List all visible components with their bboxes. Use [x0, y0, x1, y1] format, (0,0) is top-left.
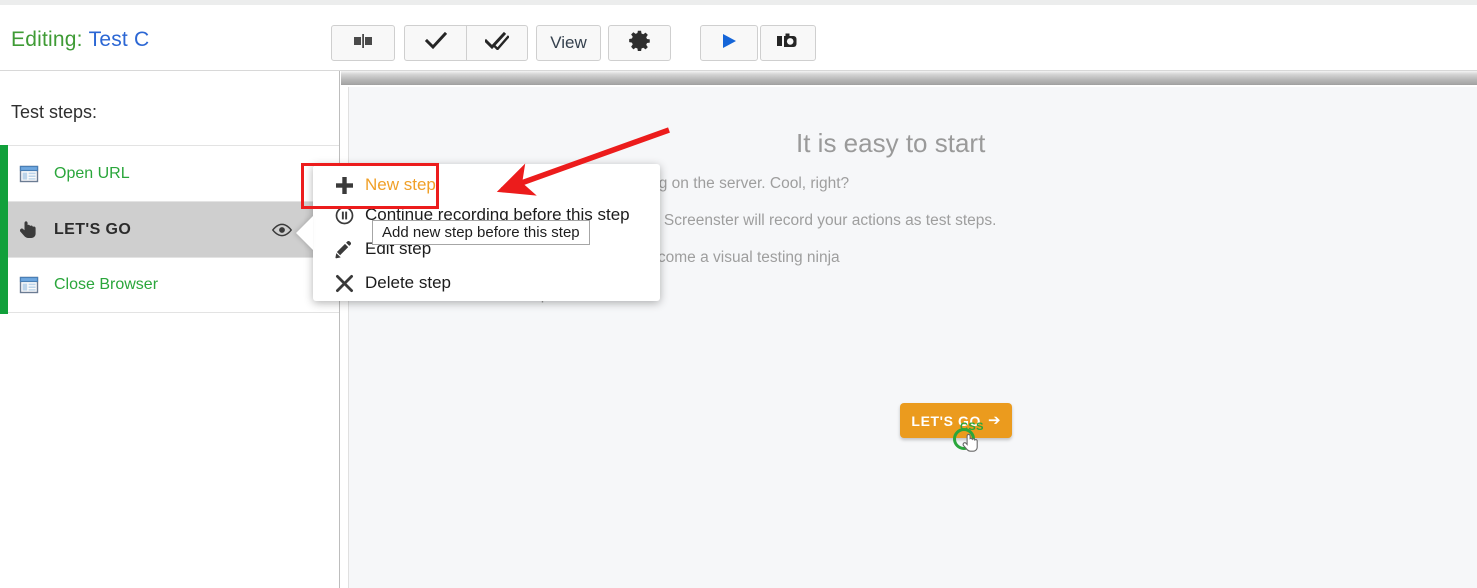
- context-menu-caret: [296, 216, 313, 250]
- step-label: LET'S GO: [54, 220, 132, 238]
- menu-item-delete-step[interactable]: Delete step: [313, 268, 660, 298]
- approve-button[interactable]: [404, 25, 466, 61]
- hand-cursor-icon: [961, 432, 983, 460]
- gear-icon: [629, 30, 650, 56]
- sidebar-step-open-url[interactable]: Open URL: [0, 145, 339, 202]
- page-title: Editing: Test C: [11, 28, 149, 52]
- editing-label: Editing:: [11, 28, 83, 51]
- run-test-button[interactable]: [700, 25, 758, 61]
- menu-item-new-step[interactable]: New step: [313, 170, 660, 200]
- plus-icon: [333, 174, 355, 196]
- menu-item-label: Delete step: [365, 273, 451, 292]
- hand-pointer-icon: [19, 220, 39, 240]
- compare-button[interactable]: [331, 25, 395, 61]
- browser-window-icon: [19, 164, 39, 184]
- test-steps-title: Test steps:: [11, 102, 98, 122]
- hero-title: It is easy to start: [796, 128, 986, 158]
- settings-button[interactable]: [608, 25, 671, 61]
- browser-viewport: It is easy to start into a browser runni…: [348, 87, 1477, 588]
- test-name: Test C: [88, 28, 150, 51]
- split-compare-icon: [352, 33, 374, 54]
- arrow-right-icon: ➔: [988, 412, 1001, 429]
- approve-all-button[interactable]: [466, 25, 528, 61]
- test-steps-list: Open URL LET'S GO Close Browser: [0, 145, 339, 314]
- test-steps-sidebar: Test steps: Open URL LET'S GO Close Brow…: [0, 71, 340, 588]
- camera-icon: [776, 32, 800, 55]
- check-icon: [424, 31, 447, 55]
- sidebar-step-lets-go[interactable]: LET'S GO: [0, 201, 339, 258]
- top-bar: Editing: Test C View: [0, 0, 1477, 71]
- play-icon: [720, 32, 738, 55]
- tooltip: Add new step before this step: [372, 220, 590, 245]
- close-x-icon: [333, 272, 355, 294]
- step-status-bar: [0, 201, 8, 258]
- panel-top-shade: [341, 71, 1477, 85]
- screenshot-button[interactable]: [760, 25, 816, 61]
- step-label: Close Browser: [54, 276, 159, 293]
- view-button-label: View: [550, 33, 587, 52]
- browser-window-icon: [19, 275, 39, 295]
- step-label: Open URL: [54, 164, 130, 182]
- pause-circle-icon: [333, 204, 355, 226]
- double-check-icon: [483, 31, 510, 55]
- step-status-bar: [0, 145, 8, 202]
- tooltip-text: Add new step before this step: [382, 224, 580, 241]
- window-top-strip: [0, 0, 1477, 5]
- menu-item-label: New step: [365, 175, 436, 194]
- pencil-icon: [333, 238, 355, 260]
- main-panel: It is easy to start into a browser runni…: [341, 71, 1477, 588]
- sidebar-step-close-browser[interactable]: Close Browser: [0, 257, 339, 314]
- eye-icon[interactable]: [271, 223, 293, 237]
- step-status-bar: [0, 257, 8, 314]
- view-button[interactable]: View: [536, 25, 601, 61]
